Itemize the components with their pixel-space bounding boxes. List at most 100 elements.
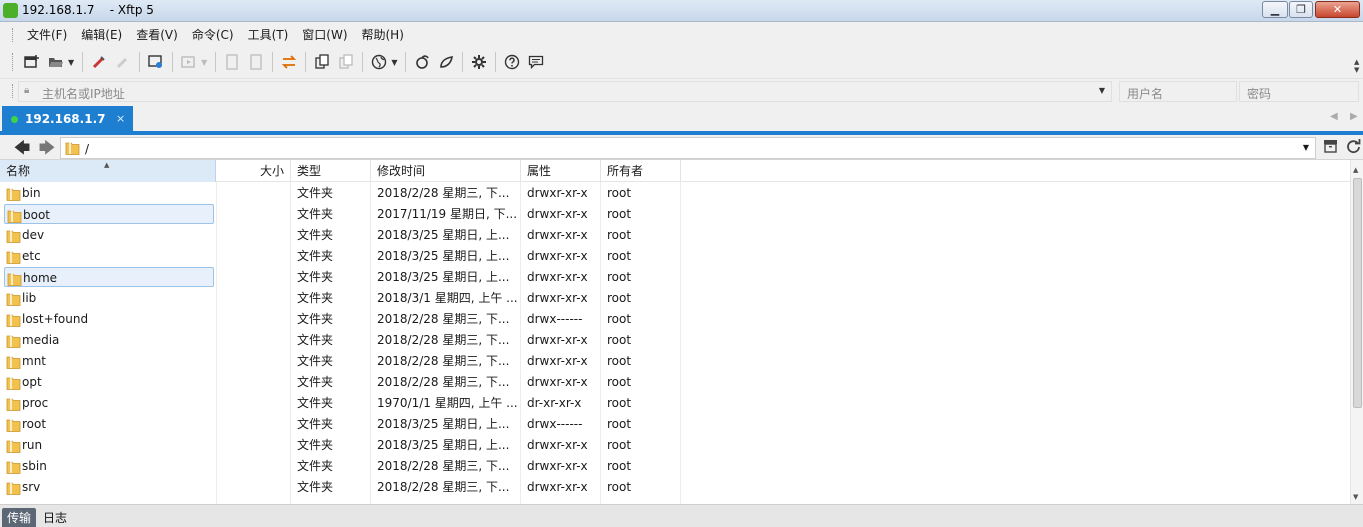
menu-edit[interactable]: 编辑(E): [74, 25, 129, 45]
table-row[interactable]: lost+found 文件夹 2018/2/28 星期三, 下... drwx----…: [0, 309, 1350, 330]
toolbar-overflow-icon[interactable]: ▲ ▼: [1354, 58, 1359, 74]
upload-icon[interactable]: [221, 51, 243, 73]
file-name-cell[interactable]: proc: [4, 393, 214, 414]
table-row[interactable]: home 文件夹 2018/3/25 星期日, 上... drwxr-xr-x root: [0, 267, 1350, 288]
column-size[interactable]: 大小: [216, 160, 291, 182]
table-row[interactable]: srv 文件夹 2018/2/28 星期三, 下... drwxr-xr-x root: [0, 477, 1350, 498]
back-arrow-icon[interactable]: 🡄: [12, 138, 32, 158]
host-dropdown-arrow-icon[interactable]: ▼: [1099, 86, 1105, 95]
close-window-button[interactable]: ✕: [1315, 1, 1360, 18]
table-row[interactable]: sbin 文件夹 2018/2/28 星期三, 下... drwxr-xr-x root: [0, 456, 1350, 477]
file-owner: root: [607, 312, 632, 326]
new-session-icon[interactable]: [21, 51, 43, 73]
column-attributes[interactable]: 属性: [521, 160, 601, 182]
address-bar: 🔒︎ 主机名或IP地址 ▼ 用户名 密码: [0, 78, 1363, 103]
column-name[interactable]: ▲ 名称: [0, 160, 216, 182]
disconnect-icon[interactable]: [112, 51, 134, 73]
column-modified[interactable]: 修改时间: [371, 160, 521, 182]
file-owner: root: [607, 396, 632, 410]
forward-arrow-icon[interactable]: 🡆: [37, 138, 57, 158]
refresh-icon[interactable]: [1344, 139, 1362, 157]
host-input[interactable]: 🔒︎ 主机名或IP地址 ▼: [18, 81, 1112, 102]
table-row[interactable]: opt 文件夹 2018/2/28 星期三, 下... drwxr-xr-x root: [0, 372, 1350, 393]
table-row[interactable]: dev 文件夹 2018/3/25 星期日, 上... drwxr-xr-x root: [0, 225, 1350, 246]
properties-icon[interactable]: [145, 51, 167, 73]
settings-icon[interactable]: [468, 51, 490, 73]
transfer-dropdown-arrow-icon[interactable]: ▼: [201, 58, 207, 67]
file-name-cell[interactable]: sbin: [4, 456, 214, 477]
help-icon[interactable]: [501, 51, 523, 73]
xshell-icon[interactable]: [411, 51, 433, 73]
minimize-button[interactable]: ▁: [1262, 1, 1288, 18]
tab-transfer[interactable]: 传输: [2, 508, 37, 527]
archive-icon[interactable]: [1321, 139, 1339, 157]
file-name-cell[interactable]: etc: [4, 246, 214, 267]
globe-icon[interactable]: [368, 51, 390, 73]
file-name-cell[interactable]: run: [4, 435, 214, 456]
scroll-down-icon[interactable]: ▼: [1353, 493, 1358, 501]
tab-session-192-168-1-7[interactable]: 192.168.1.7 ×: [2, 106, 133, 131]
tab-scroll-left-icon[interactable]: ◀: [1330, 111, 1338, 122]
download-icon[interactable]: [245, 51, 267, 73]
folder-icon: [6, 376, 21, 390]
file-name-cell[interactable]: media: [4, 330, 214, 351]
menu-window[interactable]: 窗口(W): [295, 25, 354, 45]
menu-tools[interactable]: 工具(T): [241, 25, 296, 45]
menu-help[interactable]: 帮助(H): [355, 25, 411, 45]
column-owner[interactable]: 所有者: [601, 160, 681, 182]
tab-scroll-right-icon[interactable]: ▶: [1350, 111, 1358, 122]
table-row[interactable]: lib 文件夹 2018/3/1 星期四, 上午 ... drwxr-xr-x root: [0, 288, 1350, 309]
password-input[interactable]: 密码: [1239, 81, 1359, 102]
file-name-cell[interactable]: lost+found: [4, 309, 214, 330]
table-row[interactable]: media 文件夹 2018/2/28 星期三, 下... drwxr-xr-x roo…: [0, 330, 1350, 351]
file-name-cell[interactable]: bin: [4, 183, 214, 204]
scrollbar-thumb[interactable]: [1353, 178, 1362, 408]
file-name: lost+found: [22, 312, 89, 326]
table-row[interactable]: run 文件夹 2018/3/25 星期日, 上... drwxr-xr-x root: [0, 435, 1350, 456]
globe-dropdown-arrow-icon[interactable]: ▼: [391, 58, 397, 67]
file-modified: 2018/2/28 星期三, 下...: [377, 186, 510, 200]
table-row[interactable]: mnt 文件夹 2018/2/28 星期三, 下... drwxr-xr-x root: [0, 351, 1350, 372]
file-attributes: drwx------: [527, 417, 583, 431]
file-name-cell[interactable]: lib: [4, 288, 214, 309]
username-input[interactable]: 用户名: [1119, 81, 1237, 102]
file-owner: root: [607, 480, 632, 494]
table-row[interactable]: boot 文件夹 2017/11/19 星期日, 下... drwxr-xr-x roo…: [0, 204, 1350, 225]
transfer-icon[interactable]: [178, 51, 200, 73]
menu-view[interactable]: 查看(V): [129, 25, 185, 45]
file-name-cell[interactable]: dev: [4, 225, 214, 246]
xftp-icon[interactable]: [435, 51, 457, 73]
file-name-cell[interactable]: mnt: [4, 351, 214, 372]
open-dropdown-arrow-icon[interactable]: ▼: [68, 58, 74, 67]
tab-log[interactable]: 日志: [38, 508, 72, 527]
file-name-cell[interactable]: home: [4, 267, 214, 287]
scroll-up-icon[interactable]: ▲: [1353, 166, 1358, 174]
file-name-cell[interactable]: root: [4, 414, 214, 435]
file-name: boot: [23, 208, 51, 222]
menu-file[interactable]: 文件(F): [20, 25, 74, 45]
vertical-scrollbar[interactable]: ▲ ▼: [1350, 160, 1363, 504]
connect-icon[interactable]: [88, 51, 110, 73]
maximize-button[interactable]: ❐: [1289, 1, 1313, 18]
file-attributes: drwxr-xr-x: [527, 438, 588, 452]
paste-icon[interactable]: [335, 51, 357, 73]
file-owner: root: [607, 186, 632, 200]
tab-close-icon[interactable]: ×: [116, 112, 125, 125]
sync-icon[interactable]: [278, 51, 300, 73]
copy-icon[interactable]: [311, 51, 333, 73]
file-modified: 2018/3/25 星期日, 上...: [377, 228, 510, 242]
file-name-cell[interactable]: boot: [4, 204, 214, 224]
menu-command[interactable]: 命令(C): [185, 25, 241, 45]
path-input[interactable]: / ▼: [60, 137, 1316, 159]
open-folder-icon[interactable]: [45, 51, 67, 73]
table-row[interactable]: etc 文件夹 2018/3/25 星期日, 上... drwxr-xr-x root: [0, 246, 1350, 267]
table-row[interactable]: proc 文件夹 1970/1/1 星期四, 上午 ... dr-xr-xr-x roo…: [0, 393, 1350, 414]
file-modified: 2018/2/28 星期三, 下...: [377, 312, 510, 326]
feedback-icon[interactable]: [525, 51, 547, 73]
file-name-cell[interactable]: srv: [4, 477, 214, 498]
table-row[interactable]: root 文件夹 2018/3/25 星期日, 上... drwx------ root: [0, 414, 1350, 435]
file-name-cell[interactable]: opt: [4, 372, 214, 393]
table-row[interactable]: bin 文件夹 2018/2/28 星期三, 下... drwxr-xr-x root: [0, 183, 1350, 204]
column-type[interactable]: 类型: [291, 160, 371, 182]
path-dropdown-arrow-icon[interactable]: ▼: [1303, 143, 1309, 152]
